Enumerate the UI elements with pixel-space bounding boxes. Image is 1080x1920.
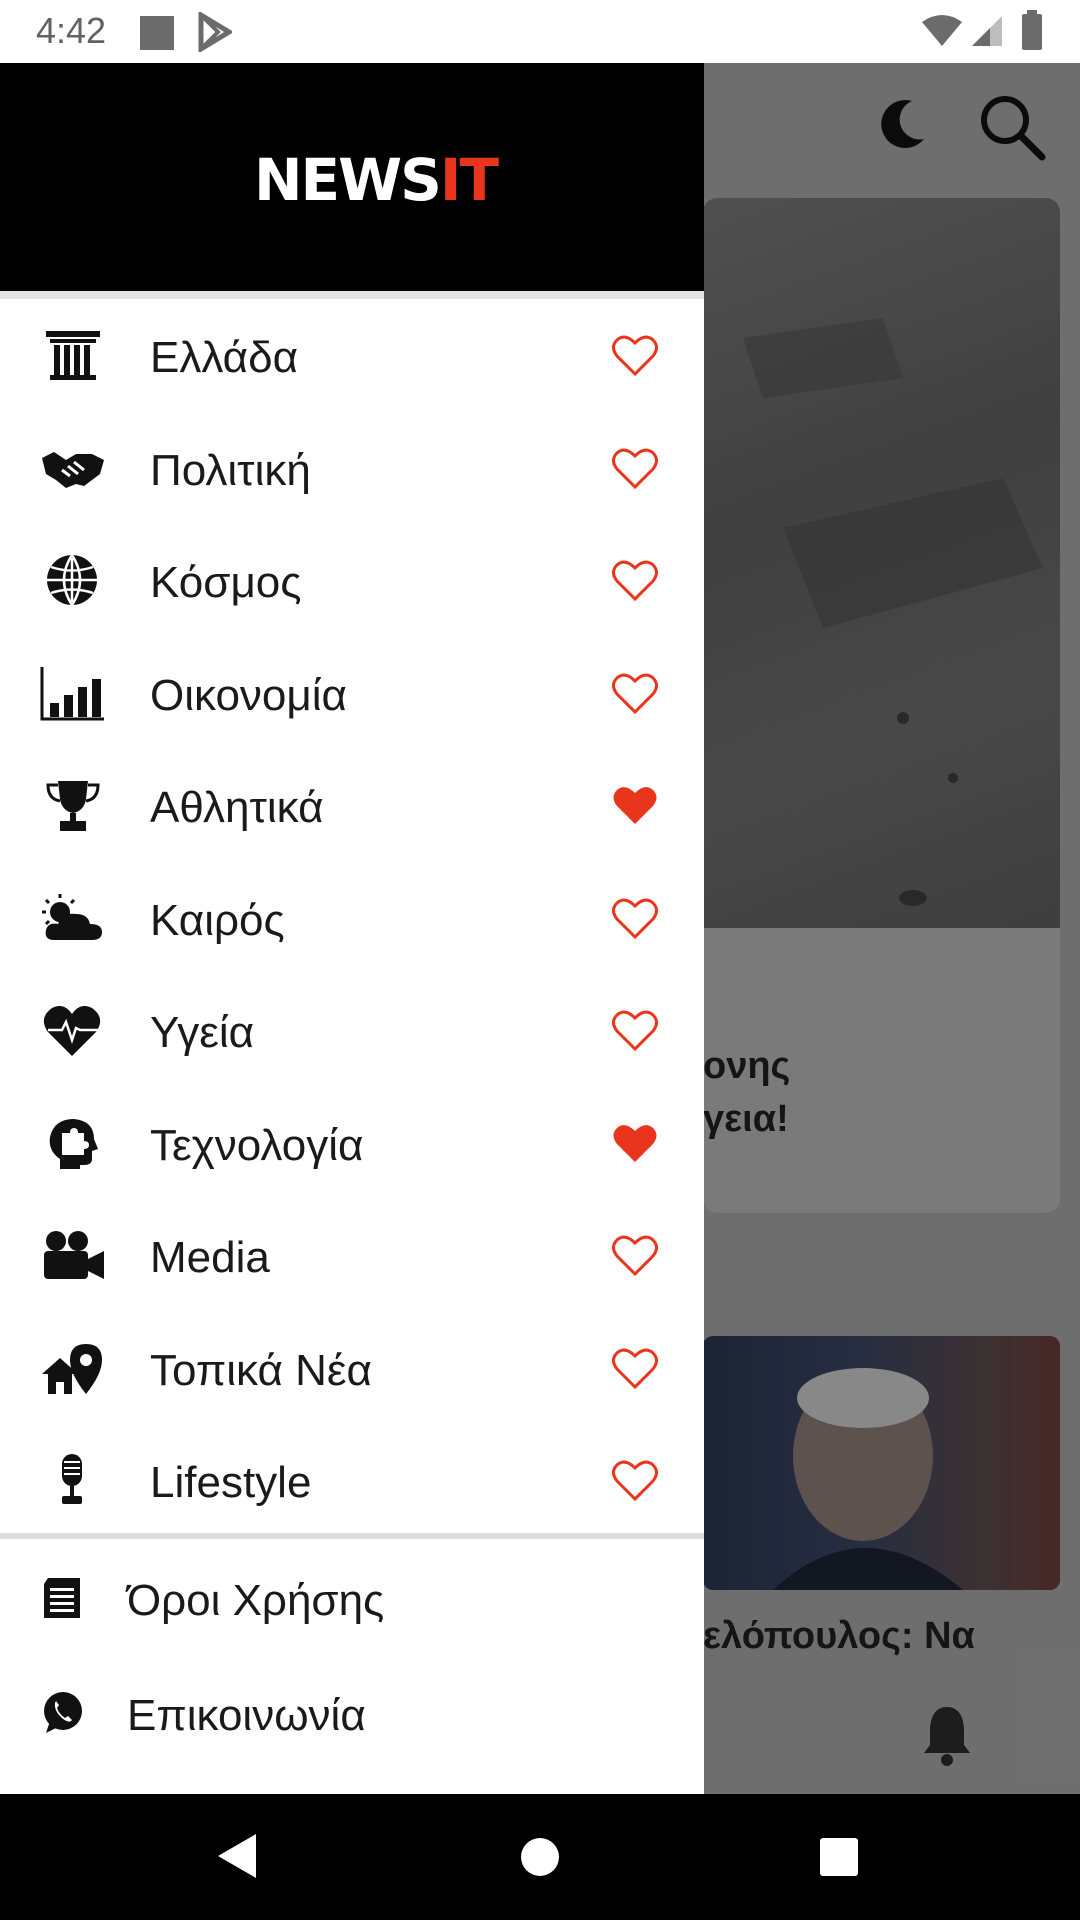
drawer-item-2[interactable]: Πολιτική [0,412,704,524]
whatsapp-icon [44,1692,82,1733]
column-icon [46,331,100,380]
drawer-item-label: Καιρός [150,895,285,945]
microphone-icon [62,1454,82,1504]
home-icon[interactable] [519,1836,561,1878]
footer-item-terms[interactable]: Όροι Χρήσης [0,1542,704,1654]
drawer-item-label: Τοπικά Νέα [150,1345,372,1395]
newsit-logo: NEWSIT [254,146,499,214]
drawer-item-11[interactable]: Lifestyle [0,1424,704,1536]
system-navigation-bar [0,1794,1080,1920]
head-puzzle-icon [49,1118,98,1169]
heartbeat-icon [43,1006,101,1056]
favorite-heart-icon[interactable] [611,671,659,715]
drawer-item-7[interactable]: Υγεία [0,974,704,1086]
drawer-item-label: Ελλάδα [150,333,299,382]
favorite-heart-icon[interactable] [611,896,659,940]
favorite-filled-heart-icon[interactable] [611,1121,659,1165]
drawer-item-label: Media [150,1233,270,1282]
document-icon [44,1578,80,1618]
status-time: 4:42 [36,10,107,51]
drawer-item-10[interactable]: Τοπικά Νέα [0,1312,704,1424]
status-bar: 4:42 [0,0,1080,63]
favorite-heart-icon[interactable] [611,1008,659,1052]
handshake-icon [42,451,104,488]
footer-item-label: Όροι Χρήσης [127,1576,385,1625]
drawer-item-9[interactable]: Media [0,1199,704,1311]
favorite-filled-heart-icon[interactable] [611,783,659,827]
signal-icon [972,16,1002,46]
favorite-heart-icon[interactable] [611,1233,659,1277]
scrim-overlay[interactable] [704,63,1080,1794]
video-camera-icon [44,1231,104,1279]
drawer-item-5[interactable]: Αθλητικά [0,749,704,861]
drawer-item-label: Lifestyle [150,1458,312,1507]
bar-chart-icon [40,666,104,720]
drawer-item-label: Οικονομία [150,670,347,720]
drawer-item-4[interactable]: Οικονομία [0,637,704,749]
navigation-drawer: NEWSIT Ελλάδα Πολιτική Κόσμος Οικονομία Αθλη… [0,63,704,1794]
favorite-heart-icon[interactable] [611,1346,659,1390]
footer-item-label: Επικοινωνία [127,1691,366,1740]
drawer-item-label: Κόσμος [150,558,302,607]
drawer-item-label: Τεχνολογία [150,1120,364,1170]
notification-square-icon [140,16,174,50]
drawer-item-label: Υγεία [150,1008,255,1057]
recents-icon[interactable] [818,1836,860,1878]
weather-icon [42,893,102,940]
drawer-item-label: Αθλητικά [150,783,324,832]
drawer-item-label: Πολιτική [150,445,311,495]
home-location-icon [42,1343,102,1394]
favorite-heart-icon[interactable] [611,446,659,490]
drawer-item-3[interactable]: Κόσμος [0,524,704,636]
drawer-item-8[interactable]: Τεχνολογία [0,1087,704,1199]
globe-icon [47,554,97,606]
favorite-heart-icon[interactable] [611,333,659,377]
play-store-icon [198,12,232,52]
footer-divider [0,1533,704,1539]
back-icon[interactable] [214,1832,258,1880]
footer-item-contact[interactable]: Επικοινωνία [0,1657,704,1769]
wifi-icon [922,15,962,46]
drawer-item-6[interactable]: Καιρός [0,862,704,974]
favorite-heart-icon[interactable] [611,558,659,602]
header-divider [0,291,704,299]
drawer-header: NEWSIT [0,63,704,291]
drawer-item-1[interactable]: Ελλάδα [0,299,704,411]
favorite-heart-icon[interactable] [611,1458,659,1502]
trophy-icon [46,781,100,831]
battery-icon [1022,10,1042,50]
